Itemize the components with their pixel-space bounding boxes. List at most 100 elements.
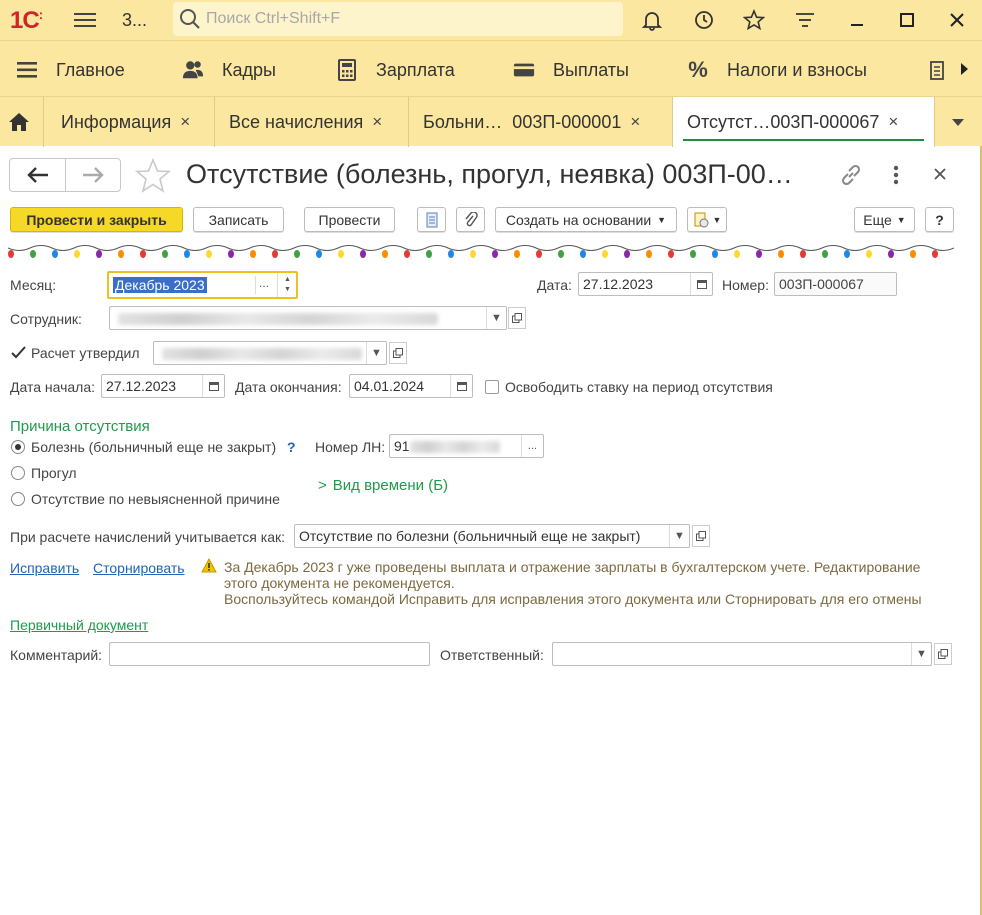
fix-link[interactable]: Исправить (10, 560, 79, 576)
number-field[interactable]: 003П-000067 (774, 272, 897, 296)
forward-button[interactable] (65, 158, 121, 192)
dropdown-arrow-icon[interactable]: ▼ (669, 525, 689, 547)
select-month-button[interactable]: ... (259, 276, 269, 290)
app-title: 3... (122, 10, 148, 30)
minimize-icon[interactable] (845, 8, 869, 32)
close-window-icon[interactable] (945, 8, 969, 32)
start-date-field[interactable]: 27.12.2023 (101, 374, 225, 398)
comment-field[interactable] (109, 642, 430, 666)
dropdown-arrow-icon: ▼ (712, 214, 722, 225)
date-value: 27.12.2023 (583, 276, 654, 292)
primary-document-link[interactable]: Первичный документ (10, 617, 148, 633)
global-search[interactable] (173, 2, 623, 36)
open-windows-tabs: Информация × Все начисления × Больни… 00… (0, 96, 982, 147)
section-salary[interactable]: Зарплата (336, 59, 455, 81)
section-main[interactable]: Главное (16, 59, 125, 81)
time-kind-label: Вид времени (Б) (332, 477, 449, 494)
dropdown-arrow-icon[interactable]: ▼ (366, 342, 386, 364)
close-form-icon[interactable] (932, 166, 948, 185)
bell-icon[interactable] (640, 8, 664, 32)
sections-scroll-right-icon[interactable] (958, 61, 970, 77)
attach-button[interactable] (456, 207, 485, 232)
end-date-value: 04.01.2024 (354, 378, 425, 394)
garland-bulb (74, 250, 80, 258)
month-field[interactable]: Декабрь 2023 ... ▲ ▼ (107, 271, 298, 299)
approved-checkbox[interactable] (11, 345, 26, 359)
section-payments[interactable]: Выплаты (513, 59, 629, 81)
approved-by-field[interactable]: ▼ (153, 341, 387, 365)
end-date-field[interactable]: 04.01.2024 (349, 374, 473, 398)
garland-bulb (866, 250, 872, 258)
link-icon[interactable] (838, 162, 864, 191)
select-ln-button[interactable]: ... (521, 435, 543, 457)
post-and-close-button[interactable]: Провести и закрыть (10, 207, 183, 232)
free-rate-checkbox[interactable] (485, 380, 499, 394)
section-reports-icon[interactable] (929, 59, 945, 81)
section-hr[interactable]: Кадры (182, 59, 276, 81)
tab-sick-leave[interactable]: Больни… 003П-000001 × (409, 97, 673, 147)
print-menu-button[interactable]: ▼ (687, 207, 727, 232)
section-taxes[interactable]: % Налоги и взносы (687, 57, 867, 82)
open-responsible-icon[interactable] (934, 643, 952, 665)
accrual-label: При расчете начислений учитывается как: (10, 529, 285, 545)
create-based-on-button[interactable]: Создать на основании ▼ (495, 207, 677, 232)
save-button[interactable]: Записать (193, 207, 284, 232)
garland-bulb (316, 250, 322, 258)
star-icon[interactable] (742, 8, 766, 32)
dropdown-arrow-icon[interactable]: ▼ (486, 307, 506, 329)
end-date-label: Дата окончания: (235, 379, 342, 395)
accrual-value: Отсутствие по болезни (больничный еще не… (299, 528, 641, 544)
report-button[interactable] (417, 207, 446, 232)
settings-lines-icon[interactable] (793, 8, 817, 32)
accrual-field[interactable]: Отсутствие по болезни (больничный еще не… (294, 524, 690, 548)
close-icon[interactable]: × (372, 112, 382, 132)
back-button[interactable] (9, 158, 66, 192)
more-button[interactable]: Еще ▼ (854, 207, 915, 232)
more-label: Еще (863, 211, 892, 228)
help-button[interactable]: ? (925, 207, 954, 232)
open-accrual-icon[interactable] (692, 525, 710, 547)
people-icon (182, 59, 204, 81)
close-icon[interactable]: × (888, 112, 898, 132)
time-kind-toggle[interactable]: > Вид времени (Б) (318, 477, 448, 494)
reason-illness-radio[interactable] (11, 440, 25, 454)
home-tab[interactable] (0, 97, 44, 147)
post-button[interactable]: Провести (304, 207, 395, 232)
tab-info[interactable]: Информация × (45, 97, 215, 147)
app-logo[interactable]: 1С: (10, 7, 43, 35)
reason-truancy-radio[interactable] (11, 466, 25, 480)
history-icon[interactable] (692, 8, 716, 32)
approved-by-value-redacted (162, 348, 362, 360)
search-input[interactable] (202, 10, 602, 28)
open-approver-icon[interactable] (389, 342, 407, 364)
tab-all-accruals[interactable]: Все начисления × (215, 97, 409, 147)
warning-line-2: этого документа не рекомендуется. (224, 575, 455, 591)
more-actions-icon[interactable] (890, 164, 902, 189)
open-employee-icon[interactable] (508, 307, 526, 329)
calendar-icon[interactable] (202, 375, 224, 397)
main-menu-icon[interactable] (74, 9, 96, 29)
month-spinner[interactable]: ▲ ▼ (277, 273, 296, 297)
garland-bulb (206, 250, 212, 258)
menu-icon (16, 59, 38, 81)
tabs-list-button[interactable] (936, 97, 982, 147)
calendar-icon[interactable] (450, 375, 472, 397)
maximize-icon[interactable] (895, 8, 919, 32)
employee-field[interactable]: ▼ (109, 306, 507, 330)
help-icon[interactable]: ? (287, 439, 296, 455)
tab-absence[interactable]: Отсутст…003П-000067 × (673, 97, 935, 147)
date-field[interactable]: 27.12.2023 (578, 272, 713, 296)
close-icon[interactable]: × (180, 112, 190, 132)
dropdown-arrow-icon[interactable]: ▼ (911, 643, 931, 665)
garland-bulb (910, 250, 916, 258)
ln-number-field[interactable]: 91 ... (389, 434, 544, 458)
garland-bulb (52, 250, 58, 258)
close-icon[interactable]: × (630, 112, 640, 132)
section-main-label: Главное (56, 59, 125, 80)
storno-link[interactable]: Сторнировать (93, 560, 185, 576)
favorite-star-icon[interactable] (134, 157, 172, 197)
calendar-icon[interactable] (690, 273, 712, 295)
responsible-field[interactable]: ▼ (552, 642, 932, 666)
document-title: Отсутствие (болезнь, прогул, неявка) 003… (186, 159, 793, 189)
reason-unknown-radio[interactable] (11, 492, 25, 506)
